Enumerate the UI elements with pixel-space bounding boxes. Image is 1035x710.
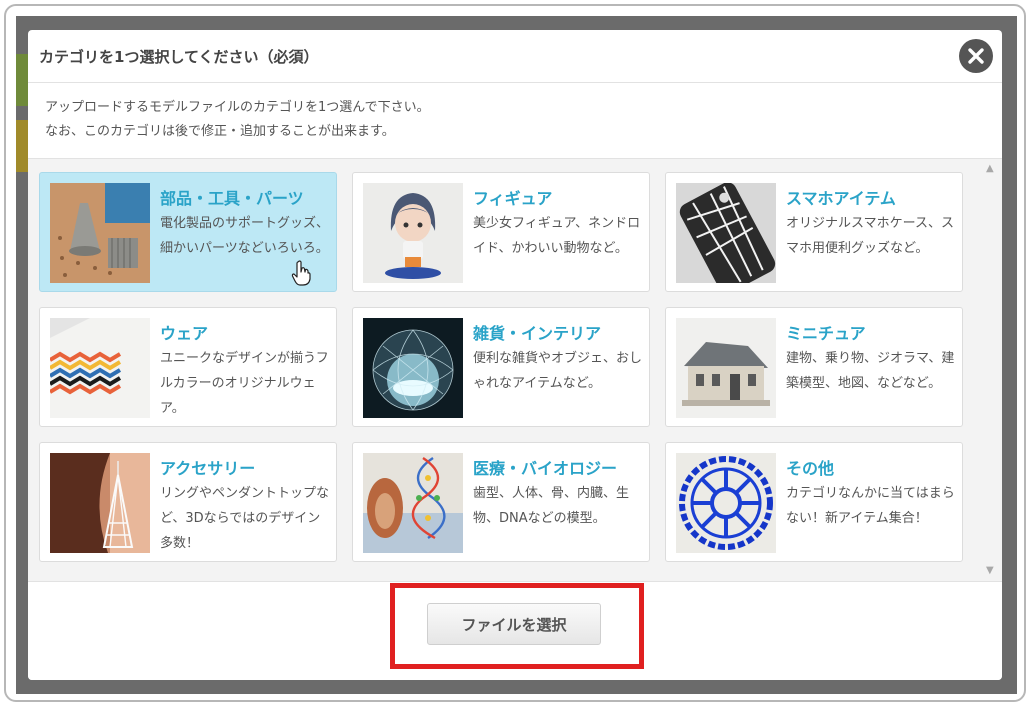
- category-card-smartphone[interactable]: スマホアイテム オリジナルスマホケース、スマホ用便利グッズなど。: [665, 172, 963, 292]
- medical-thumbnail: [363, 453, 463, 553]
- background-page-fragment: [16, 120, 28, 172]
- figure-thumbnail: [363, 183, 463, 283]
- category-card-other[interactable]: その他 カテゴリなんかに当てはまらない！新アイテム集合！: [665, 442, 963, 562]
- intro-line: なお、このカテゴリは後で修正・追加することが出来ます。: [45, 124, 395, 139]
- scroll-up-icon[interactable]: ▲: [986, 163, 994, 174]
- category-card-wear[interactable]: ウェア ユニークなデザインが揃うフルカラーのオリジナルウェア。: [39, 307, 337, 427]
- category-card-medical[interactable]: 医療・バイオロジー 歯型、人体、骨、内臓、生物、DNAなどの模型。: [352, 442, 650, 562]
- category-description: カテゴリなんかに当てはまらない！新アイテム集合！: [786, 486, 955, 526]
- hand-cursor-icon: [291, 260, 311, 290]
- category-title: スマホアイテム: [786, 189, 896, 208]
- category-description: ユニークなデザインが揃うフルカラーのオリジナルウェア。: [160, 351, 329, 416]
- category-card-figure[interactable]: フィギュア 美少女フィギュア、ネンドロイド、かわいい動物など。: [352, 172, 650, 292]
- category-title: その他: [786, 459, 835, 478]
- background-page-fragment: [16, 54, 28, 106]
- parts-thumbnail: [50, 183, 150, 283]
- category-title: ミニチュア: [786, 324, 866, 343]
- category-description: オリジナルスマホケース、スマホ用便利グッズなど。: [786, 216, 954, 256]
- accessory-thumbnail: [50, 453, 150, 553]
- miniature-thumbnail: [676, 318, 776, 418]
- smartphone-thumbnail: [676, 183, 776, 283]
- category-list[interactable]: 部品・工具・パーツ 電化製品のサポートグッズ、細かいパーツなどいろいろ。 フィギ…: [28, 158, 1002, 582]
- category-card-accessory[interactable]: アクセサリー リングやペンダントトップなど、3Dならではのデザイン多数！: [39, 442, 337, 562]
- intro-line: アップロードするモデルファイルのカテゴリを1つ選んで下さい。: [45, 100, 430, 115]
- category-title: ウェア: [160, 324, 209, 343]
- interior-thumbnail: [363, 318, 463, 418]
- wear-thumbnail: [50, 318, 150, 418]
- category-card-miniature[interactable]: ミニチュア 建物、乗り物、ジオラマ、建築模型、地図、などなど。: [665, 307, 963, 427]
- category-title: 医療・バイオロジー: [473, 459, 618, 478]
- modal-header: カテゴリを1つ選択してください（必須）: [28, 30, 1002, 83]
- category-title: 雑貨・インテリア: [473, 324, 602, 343]
- category-description: 建物、乗り物、ジオラマ、建築模型、地図、などなど。: [786, 351, 955, 391]
- highlight-box: [390, 583, 644, 669]
- category-description: 電化製品のサポートグッズ、細かいパーツなどいろいろ。: [160, 216, 330, 256]
- category-title: 部品・工具・パーツ: [160, 189, 304, 208]
- close-icon[interactable]: [959, 39, 993, 73]
- category-list-scrollbar[interactable]: ▲ ▼: [983, 159, 1000, 581]
- modal-intro: アップロードするモデルファイルのカテゴリを1つ選んで下さい。 なお、このカテゴリ…: [45, 96, 430, 144]
- other-thumbnail: [676, 453, 776, 553]
- modal-title: カテゴリを1つ選択してください（必須）: [39, 48, 319, 66]
- category-description: 美少女フィギュア、ネンドロイド、かわいい動物など。: [473, 216, 641, 256]
- scroll-down-icon[interactable]: ▼: [986, 565, 994, 576]
- category-description: 便利な雑貨やオブジェ、おしゃれなアイテムなど。: [473, 351, 643, 391]
- category-title: アクセサリー: [160, 459, 256, 478]
- category-description: 歯型、人体、骨、内臓、生物、DNAなどの模型。: [473, 486, 630, 526]
- category-description: リングやペンダントトップなど、3Dならではのデザイン多数！: [160, 486, 330, 551]
- category-card-interior[interactable]: 雑貨・インテリア 便利な雑貨やオブジェ、おしゃれなアイテムなど。: [352, 307, 650, 427]
- category-title: フィギュア: [473, 189, 553, 208]
